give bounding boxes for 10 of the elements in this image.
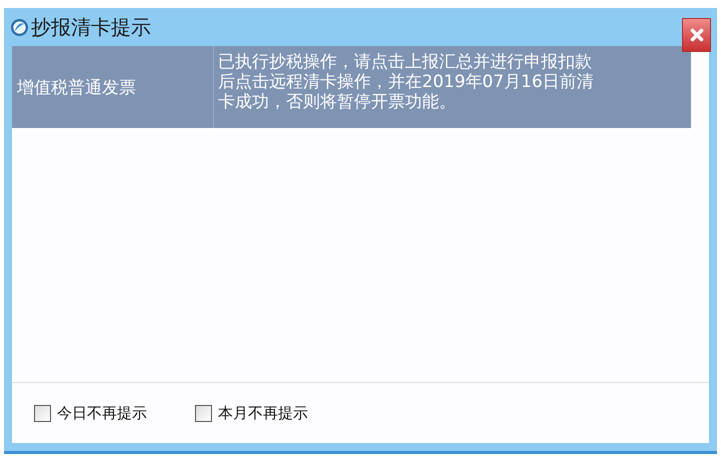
table-cell: 增值税普通发票 (12, 46, 214, 128)
table-cell-text: 已执行抄税操作，请点击上报汇总并进行申报扣款后点击远程清卡操作，并在2019年07月16日前清卡成功，否则将暂停开票功能。 (217, 51, 595, 114)
close-button[interactable] (682, 18, 711, 52)
checkbox[interactable] (195, 404, 212, 422)
checkbox[interactable] (34, 404, 51, 422)
app-logo-icon (10, 18, 29, 36)
checkbox-label: 今日不再提示 (57, 404, 147, 422)
checkbox-label: 本月不再提示 (218, 404, 308, 422)
close-icon (688, 26, 706, 44)
window-title: 抄报清卡提示 (31, 14, 151, 40)
